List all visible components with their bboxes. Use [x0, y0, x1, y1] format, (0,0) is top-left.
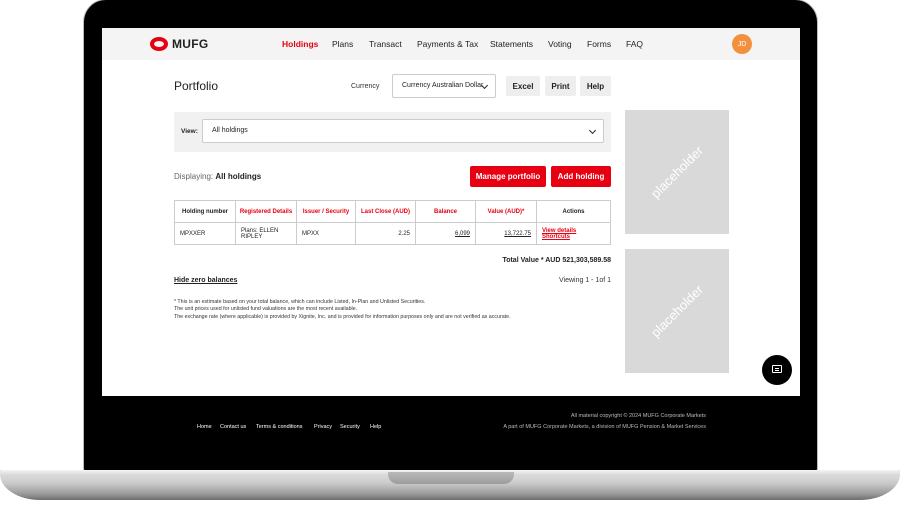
excel-button[interactable]: Excel	[506, 76, 540, 96]
cell-registered-details: Plans: ELLEN RIPLEY	[235, 222, 297, 245]
col-registered-details[interactable]: Registered Details	[235, 200, 297, 223]
chevron-down-icon	[588, 126, 597, 135]
col-issuer-security[interactable]: Issuer / Security	[296, 200, 356, 223]
total-value: Total Value * AUD 521,303,589.58	[502, 257, 611, 264]
footer-link-privacy[interactable]: Privacy	[314, 424, 332, 430]
view-select[interactable]: All holdings	[202, 119, 604, 143]
cell-balance[interactable]: 6,099	[455, 231, 470, 237]
table-row: MPXXER Plans: ELLEN RIPLEY MPXX 2.25 6,0…	[174, 222, 611, 245]
placeholder-banner-bottom: placeholder	[625, 249, 729, 373]
view-selected-value: All holdings	[212, 127, 248, 134]
col-value[interactable]: Value (AUD)*	[475, 200, 537, 223]
pagination-status: Viewing 1 - 1of 1	[558, 277, 611, 284]
footer-link-help[interactable]: Help	[370, 424, 381, 430]
note-line: The exchange rate (where applicable) is …	[174, 313, 511, 320]
nav-transact[interactable]: Transact	[369, 39, 402, 49]
cell-issuer: MPXX	[296, 222, 356, 245]
cell-actions: View details Shortcuts	[536, 222, 611, 245]
nav-forms[interactable]: Forms	[587, 39, 611, 49]
nav-payments-tax[interactable]: Payments & Tax	[417, 39, 478, 49]
cell-value[interactable]: 13,722.75	[504, 231, 531, 237]
footer-link-security[interactable]: Security	[340, 424, 360, 430]
currency-select[interactable]: Currency Australian Dollar	[392, 74, 496, 98]
holdings-table: Holding number Registered Details Issuer…	[174, 200, 611, 245]
cell-holding-number: MPXXER	[174, 222, 236, 245]
note-line: * This is an estimate based on your tota…	[174, 299, 426, 305]
placeholder-text: placeholder	[647, 142, 707, 202]
footer-link-terms[interactable]: Terms & conditions	[256, 424, 302, 430]
add-holding-button[interactable]: Add holding	[551, 166, 611, 187]
chat-icon	[772, 365, 782, 373]
note-line: The unit prices used for unlisted fund v…	[174, 306, 358, 313]
browser-screen: MUFG Holdings Plans Transact Payments & …	[102, 28, 800, 396]
user-avatar[interactable]: JD	[732, 34, 752, 54]
nav-statements[interactable]: Statements	[490, 39, 533, 49]
site-footer: Home Contact us Terms & conditions Priva…	[102, 396, 800, 460]
nav-faq[interactable]: FAQ	[626, 39, 643, 49]
placeholder-text: placeholder	[647, 281, 707, 341]
shortcuts-link[interactable]: Shortcuts	[542, 234, 570, 240]
displaying-prefix: Displaying:	[174, 172, 214, 181]
currency-selected-value: Currency Australian Dollar	[402, 82, 484, 89]
cell-last-close: 2.25	[355, 222, 416, 245]
footer-link-home[interactable]: Home	[197, 424, 212, 430]
page-title: Portfolio	[174, 79, 219, 93]
logo-text: MUFG	[172, 37, 209, 51]
help-button[interactable]: Help	[580, 76, 611, 96]
col-actions: Actions	[536, 200, 611, 223]
col-last-close[interactable]: Last Close (AUD)	[355, 200, 416, 223]
displaying-text: Displaying: All holdings	[174, 172, 261, 181]
nav-voting[interactable]: Voting	[548, 39, 572, 49]
mufg-logo-icon	[150, 37, 168, 51]
manage-portfolio-button[interactable]: Manage portfolio	[470, 166, 546, 187]
displaying-value: All holdings	[215, 172, 262, 181]
print-button[interactable]: Print	[545, 76, 576, 96]
col-balance[interactable]: Balance	[415, 200, 476, 223]
currency-label: Currency	[351, 83, 380, 90]
hide-zero-balances-link[interactable]: Hide zero balances	[174, 277, 237, 284]
col-holding-number[interactable]: Holding number	[174, 200, 236, 223]
footer-copyright: All material copyright © 2024 MUFG Corpo…	[570, 413, 706, 419]
chat-button[interactable]	[762, 355, 792, 385]
disclaimer-notes: * This is an estimate based on your tota…	[174, 299, 511, 321]
footer-division: A part of MUFG Corporate Markets, a divi…	[503, 424, 706, 430]
site-header: MUFG Holdings Plans Transact Payments & …	[102, 28, 800, 60]
view-label: View:	[181, 128, 198, 135]
footer-link-contact[interactable]: Contact us	[220, 424, 246, 430]
laptop-notch	[388, 472, 514, 484]
placeholder-banner-top: placeholder	[625, 110, 729, 234]
view-filter-panel: View: All holdings	[174, 112, 611, 152]
nav-plans[interactable]: Plans	[332, 39, 353, 49]
nav-holdings[interactable]: Holdings	[282, 39, 318, 49]
mufg-logo[interactable]: MUFG	[150, 37, 209, 51]
table-header-row: Holding number Registered Details Issuer…	[174, 200, 611, 223]
